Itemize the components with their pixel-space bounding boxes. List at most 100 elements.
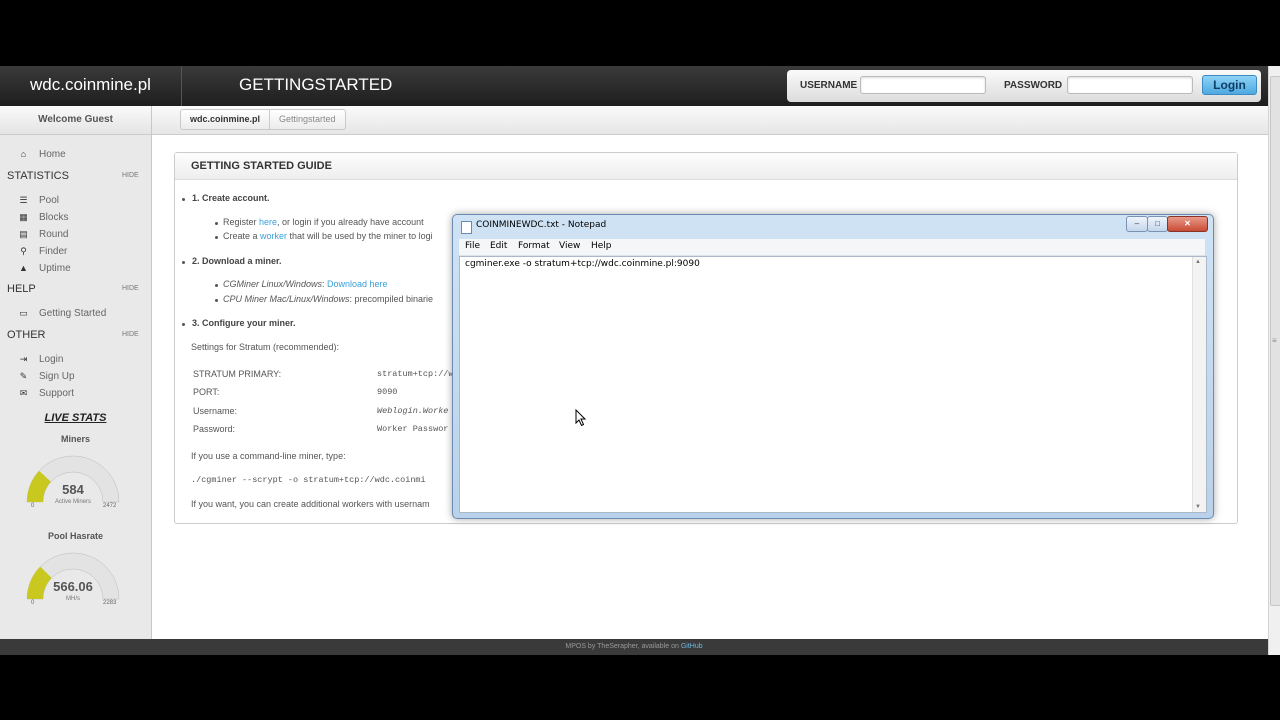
editor-scrollbar[interactable]: ▲ ▼	[1192, 257, 1206, 512]
text: that will be used by the miner to logi	[287, 231, 433, 241]
help-hide-toggle[interactable]: HIDE	[122, 285, 139, 292]
download-link[interactable]: Download here	[327, 279, 388, 289]
scroll-up-arrow-icon[interactable]: ▲	[1195, 259, 1201, 265]
menu-view[interactable]: View	[559, 241, 580, 251]
sidebar-item-label: Pool	[39, 195, 60, 206]
sidebar-item-signup[interactable]: ✎ Sign Up	[18, 369, 75, 383]
statistics-heading: STATISTICS	[7, 170, 69, 182]
sidebar-item-label: Finder	[39, 246, 68, 257]
envelope-icon: ✉	[19, 388, 28, 398]
sidebar-item-label: Sign Up	[39, 371, 75, 382]
sidebar-item-label: Support	[39, 388, 75, 399]
sidebar-item-getting-started[interactable]: ▭ Getting Started	[18, 306, 106, 320]
hashrate-gauge-title: Pool Hasrate	[47, 531, 104, 541]
step-3-title: 3. Configure your miner.	[192, 318, 296, 328]
hashrate-gauge-min: 0	[31, 600, 35, 606]
maximize-button[interactable]: □	[1147, 216, 1168, 232]
breadcrumb: wdc.coinmine.pl Gettingstarted	[180, 109, 346, 130]
bullet	[215, 236, 218, 239]
settings-intro: Settings for Stratum (recommended):	[191, 342, 340, 352]
setting-key: STRATUM PRIMARY:	[193, 369, 282, 379]
menu-file[interactable]: File	[465, 241, 480, 251]
scroll-down-arrow-icon[interactable]: ▼	[1195, 504, 1201, 510]
miners-gauge: 584 Active Miners 0 2472	[23, 450, 123, 510]
footer: MPOS by TheSerapher, available on GitHub	[0, 639, 1268, 655]
setting-value: Worker Passwor	[377, 424, 449, 434]
notepad-window[interactable]: COINMINEWDC.txt - Notepad – □ ✕ File Edi…	[452, 214, 1214, 519]
sidebar-item-label: Login	[39, 354, 64, 365]
setting-key: Password:	[193, 424, 236, 434]
search-icon: ⚲	[20, 246, 27, 256]
step-1-register-line: Register here, or login if you already h…	[223, 217, 424, 227]
menu-format[interactable]: Format	[518, 241, 550, 251]
scrollbar-grip-icon: ≡	[1272, 336, 1277, 345]
page-scrollbar[interactable]: ≡	[1268, 66, 1280, 655]
live-stats-heading[interactable]: LIVE STATS	[0, 412, 151, 424]
step-2-cgminer-line: CGMiner Linux/Windows: Download here	[223, 279, 388, 289]
setting-value: 9090	[377, 387, 398, 397]
sidebar-item-label: Round	[39, 229, 69, 240]
hashrate-gauge: 566.06 MH/s 0 2283	[23, 547, 123, 607]
other-hide-toggle[interactable]: HIDE	[122, 331, 139, 338]
login-form: USERNAME PASSWORD Login	[787, 70, 1261, 102]
text: CPU Miner Mac/Linux/Windows	[223, 294, 350, 304]
bullet	[215, 222, 218, 225]
chart-icon: ▤	[19, 229, 28, 239]
panel-title: GETTING STARTED GUIDE	[175, 153, 1237, 180]
sidebar-item-login[interactable]: ⇥ Login	[18, 352, 64, 366]
help-heading: HELP	[7, 283, 36, 295]
sidebar-item-pool[interactable]: ☰ Pool	[18, 193, 59, 207]
setting-value: Weblogin.Worke	[377, 406, 449, 416]
statistics-hide-toggle[interactable]: HIDE	[122, 172, 139, 179]
miners-gauge-min: 0	[31, 503, 35, 509]
login-button[interactable]: Login	[1202, 75, 1257, 95]
sidebar-item-blocks[interactable]: ▦ Blocks	[18, 210, 68, 224]
top-header: wdc.coinmine.pl GETTINGSTARTED USERNAME …	[0, 66, 1268, 106]
breadcrumb-current: Gettingstarted	[279, 114, 336, 124]
register-link[interactable]: here	[259, 217, 277, 227]
miners-gauge-value: 584	[62, 482, 84, 497]
home-icon: ⌂	[20, 149, 27, 159]
sidebar-item-label: Uptime	[39, 263, 71, 274]
sidebar-item-home[interactable]: ⌂ Home	[18, 147, 66, 161]
grid-icon: ▦	[19, 212, 28, 222]
bullet	[182, 261, 185, 264]
github-link[interactable]: GitHub	[681, 643, 703, 650]
sidebar-item-uptime[interactable]: ▲ Uptime	[18, 261, 71, 275]
sidebar-item-finder[interactable]: ⚲ Finder	[18, 244, 67, 258]
sidebar-item-round[interactable]: ▤ Round	[18, 227, 68, 241]
password-input[interactable]	[1067, 76, 1193, 94]
sidebar-item-label: Home	[39, 149, 66, 160]
breadcrumb-root[interactable]: wdc.coinmine.pl	[181, 110, 271, 129]
pencil-icon: ✎	[19, 371, 28, 381]
step-2-cpuminer-line: CPU Miner Mac/Linux/Windows: precompiled…	[223, 294, 433, 304]
cmdline-example: ./cgminer --scrypt -o stratum+tcp://wdc.…	[191, 475, 426, 485]
setting-value: stratum+tcp://w	[377, 369, 454, 379]
cmdline-intro: If you use a command-line miner, type:	[191, 451, 346, 461]
bullet	[182, 323, 185, 326]
other-heading: OTHER	[7, 329, 46, 341]
monitor-icon: ▭	[19, 308, 28, 318]
text-editor[interactable]: cgminer.exe -o stratum+tcp://wdc.coinmin…	[459, 256, 1207, 513]
editor-content[interactable]: cgminer.exe -o stratum+tcp://wdc.coinmin…	[465, 259, 700, 269]
footer-text: MPOS by TheSerapher, available on	[565, 643, 681, 650]
minimize-button[interactable]: –	[1126, 216, 1148, 232]
page-title: GETTINGSTARTED	[239, 75, 393, 94]
text: Register	[223, 217, 260, 227]
sidebar-item-support[interactable]: ✉ Support	[18, 386, 74, 400]
site-title[interactable]: wdc.coinmine.pl	[0, 66, 182, 106]
menu-edit[interactable]: Edit	[490, 241, 507, 251]
menu-help[interactable]: Help	[591, 241, 612, 251]
welcome-text: Welcome Guest	[0, 106, 151, 135]
miners-gauge-title: Miners	[60, 434, 90, 444]
additional-workers-text: If you want, you can create additional w…	[191, 499, 430, 509]
text: , or login if you already have account	[277, 217, 424, 227]
miners-gauge-max: 2472	[103, 503, 117, 509]
sidebar-item-label: Getting Started	[39, 308, 107, 319]
bullet	[215, 299, 218, 302]
close-button[interactable]: ✕	[1167, 216, 1208, 232]
password-label: PASSWORD	[1004, 80, 1063, 91]
username-input[interactable]	[860, 76, 986, 94]
bullet	[215, 284, 218, 287]
worker-link[interactable]: worker	[260, 231, 287, 241]
